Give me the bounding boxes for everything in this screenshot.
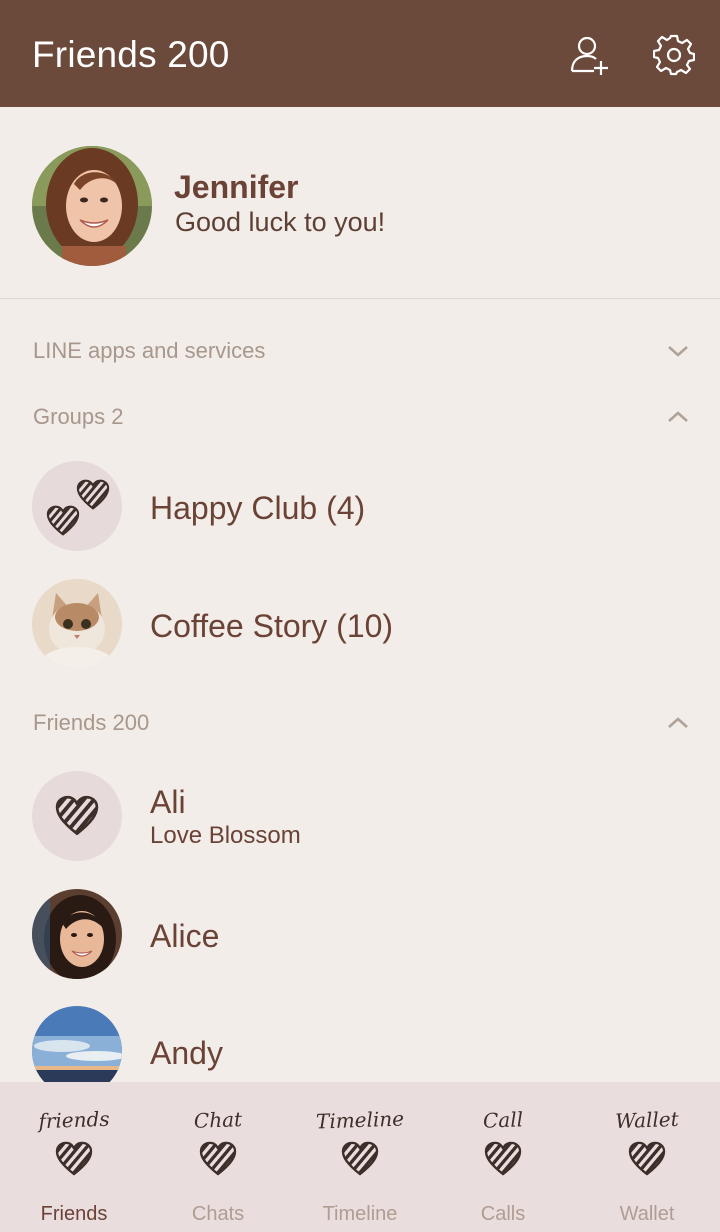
tab-label: Chats	[191, 1203, 245, 1225]
friend-name: Ali	[150, 784, 186, 820]
add-friend-button[interactable]	[568, 34, 610, 76]
section-label: LINE apps and services	[33, 338, 266, 363]
tab-label: Wallet	[619, 1203, 675, 1225]
tab-handwritten-label: Call	[482, 1107, 524, 1133]
heart-icon	[484, 1141, 522, 1177]
tab-label: Calls	[480, 1203, 526, 1225]
section-label: Friends 200	[33, 710, 150, 735]
heart-icon	[628, 1141, 666, 1177]
friend-name: Alice	[150, 918, 220, 954]
tab-handwritten-label: friends	[38, 1106, 110, 1134]
heart-icon	[199, 1141, 237, 1177]
page-title: Friends 200	[32, 34, 230, 75]
bottom-tab-bar: friends Friends Chat Chats Timeline Time…	[0, 1082, 720, 1232]
app-header: Friends 200	[0, 0, 720, 107]
list-item-friend[interactable]: Ali Love Blossom	[0, 762, 720, 872]
group-avatar	[32, 461, 122, 551]
tab-chats[interactable]: Chat Chats	[146, 1082, 290, 1232]
chevron-up-icon	[668, 411, 688, 422]
friend-avatar	[32, 771, 122, 861]
list-item-group[interactable]: Happy Club (4)	[0, 452, 720, 562]
gear-icon	[652, 34, 696, 76]
tab-label: Timeline	[322, 1203, 398, 1225]
tab-handwritten-label: Wallet	[614, 1106, 680, 1134]
group-name: Coffee Story (10)	[150, 608, 394, 644]
cat-photo	[32, 579, 122, 669]
list-item-friend[interactable]: Alice	[0, 880, 720, 990]
tab-timeline[interactable]: Timeline Timeline	[288, 1082, 432, 1232]
tab-handwritten-label: Timeline	[315, 1106, 405, 1134]
profile-status-message: Good luck to you!	[175, 207, 386, 237]
tab-friends[interactable]: friends Friends	[2, 1082, 146, 1232]
profile-photo	[32, 146, 152, 266]
heart-icon	[341, 1141, 379, 1177]
tab-label: Friends	[40, 1203, 108, 1225]
profile-name: Jennifer	[174, 169, 299, 205]
chevron-up-icon	[668, 717, 688, 728]
tab-calls[interactable]: Call Calls	[431, 1082, 575, 1232]
woman-photo	[32, 889, 122, 979]
add-friend-icon	[570, 36, 608, 75]
group-name: Happy Club (4)	[150, 490, 366, 526]
hearts-icon	[46, 479, 110, 536]
group-avatar	[32, 579, 122, 669]
heart-icon	[55, 1141, 93, 1177]
settings-button[interactable]	[652, 34, 696, 76]
heart-icon	[55, 795, 99, 836]
section-groups[interactable]: Groups 2	[0, 392, 720, 442]
tab-wallet[interactable]: Wallet Wallet	[575, 1082, 719, 1232]
section-line-apps[interactable]: LINE apps and services	[0, 326, 720, 376]
my-profile[interactable]: Jennifer Good luck to you!	[0, 107, 720, 299]
chevron-down-icon	[668, 346, 688, 357]
list-item-group[interactable]: Coffee Story (10)	[0, 570, 720, 680]
friend-status-message: Love Blossom	[150, 822, 301, 849]
section-label: Groups 2	[33, 404, 124, 429]
friend-avatar	[32, 889, 122, 979]
tab-handwritten-label: Chat	[193, 1107, 243, 1133]
friend-name: Andy	[150, 1035, 223, 1071]
section-friends[interactable]: Friends 200	[0, 698, 720, 748]
profile-avatar[interactable]	[32, 146, 152, 266]
